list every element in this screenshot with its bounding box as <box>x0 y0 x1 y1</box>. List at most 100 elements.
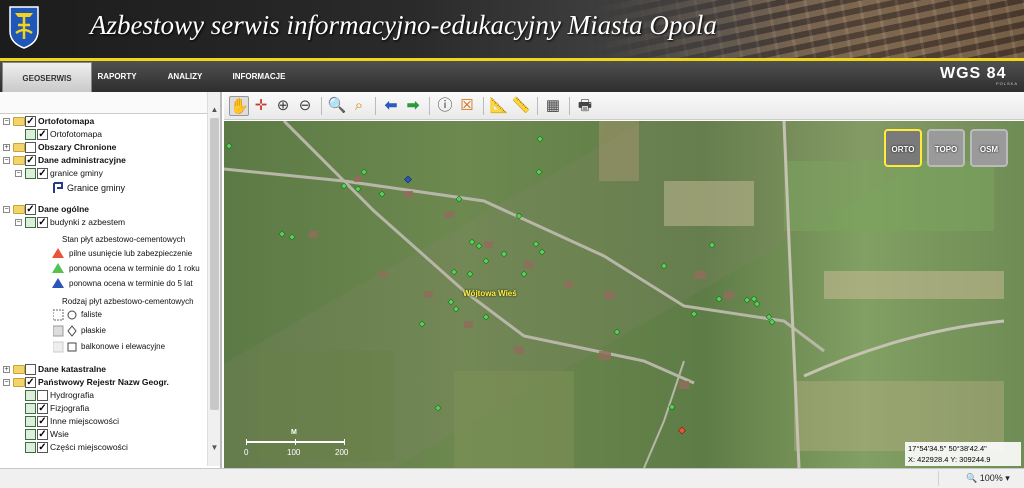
scale-tick <box>246 439 247 445</box>
layer-checkbox[interactable]: ✓ <box>25 377 36 388</box>
tree-row-dane-ogolne: − ✓ Dane ogólne <box>0 203 207 216</box>
toolbar-separator <box>375 97 376 115</box>
coat-of-arms-logo <box>9 6 39 49</box>
tree-row-inne: ✓ Inne miejscowości <box>0 415 207 428</box>
table-icon[interactable]: ▦ <box>543 96 563 116</box>
layer-icon <box>25 442 36 453</box>
legend-item: faliste <box>81 310 102 319</box>
collapse-icon[interactable]: − <box>3 206 10 213</box>
toolbar-separator <box>429 97 430 115</box>
scroll-down-icon[interactable]: ▼ <box>209 442 220 454</box>
folder-icon <box>13 205 25 214</box>
brand-subtitle: POLSKA <box>995 81 1018 86</box>
tree-row-czesci: ✓ Części miejscowości <box>0 441 207 454</box>
measure-icon[interactable]: 📐 <box>489 96 509 116</box>
collapse-icon[interactable]: − <box>3 157 10 164</box>
layer-label: budynki z azbestem <box>50 217 126 227</box>
tab-analizy[interactable]: ANALIZY <box>160 61 210 92</box>
layer-label: Obszary Chronione <box>38 142 117 152</box>
collapse-icon[interactable]: − <box>15 170 22 177</box>
legend-item: płaskie <box>81 326 106 335</box>
clear-icon[interactable]: ☒ <box>457 96 477 116</box>
layer-checkbox[interactable]: ✓ <box>37 429 48 440</box>
zoom-in-icon[interactable]: ⊕ <box>273 96 293 116</box>
layer-checkbox[interactable]: ✓ <box>25 204 36 215</box>
full-extent-icon[interactable]: ✛ <box>251 96 271 116</box>
layer-checkbox[interactable]: ✓ <box>37 403 48 414</box>
layer-checkbox[interactable]: ✓ <box>25 155 36 166</box>
map-view[interactable]: ORTO TOPO OSM Wójtowa Wieś M 0 100 200 1… <box>224 121 1024 468</box>
measure-area-icon[interactable]: 📏 <box>511 96 531 116</box>
layer-checkbox[interactable]: ✓ <box>37 416 48 427</box>
tree-row-dane-administracyjne: − ✓ Dane administracyjne <box>0 154 207 167</box>
triangle-blue-icon <box>52 278 64 288</box>
zoom-region-icon[interactable]: 🔍 <box>327 96 347 116</box>
layer-checkbox[interactable]: ✓ <box>37 442 48 453</box>
coordinates-xy: X: 422928.4 Y: 309244.9 <box>908 455 991 464</box>
zoom-out-icon[interactable]: ⊖ <box>295 96 315 116</box>
collapse-icon[interactable]: − <box>3 118 10 125</box>
legend-item: ponowna ocena w terminie do 1 roku <box>69 264 200 273</box>
folder-icon <box>13 365 25 374</box>
zoom-window-icon[interactable]: ⌕ <box>349 96 369 116</box>
toolbar-separator <box>321 97 322 115</box>
basemap-osm-button[interactable]: OSM <box>970 129 1008 167</box>
scroll-up-icon[interactable]: ▲ <box>209 104 220 116</box>
layer-label: Dane administracyjne <box>38 155 126 165</box>
expand-icon[interactable]: + <box>3 366 10 373</box>
legend-title-stan: Stan płyt azbestowo-cementowych <box>62 235 186 244</box>
tab-raporty[interactable]: RAPORTY <box>92 61 142 92</box>
map-place-label: Wójtowa Wieś <box>463 289 517 298</box>
toolbar-separator <box>483 97 484 115</box>
layer-checkbox[interactable]: ✓ <box>37 168 48 179</box>
toolbar-separator <box>569 97 570 115</box>
back-icon[interactable]: ⬅ <box>381 96 401 116</box>
scale-unit: M <box>291 429 297 436</box>
tree-row-hydrografia: Hydrografia <box>0 389 207 402</box>
layer-label: Państwowy Rejestr Nazw Geogr. <box>38 377 169 387</box>
tree-row-granice: − ✓ granice gminy <box>0 167 207 180</box>
layer-label: Wsie <box>50 429 69 439</box>
info-icon[interactable]: ⓘ <box>435 96 455 116</box>
layer-checkbox[interactable] <box>25 364 36 375</box>
toolbar-separator <box>537 97 538 115</box>
layer-panel-scrollbar[interactable]: ▲ ▼ <box>207 92 220 466</box>
tree-row-ortofotomapa-child: ✓ Ortofotomapa <box>0 128 207 141</box>
print-icon[interactable]: 🖶 <box>575 96 595 116</box>
legend-granice: Granice gminy <box>0 180 207 196</box>
legend-label: Granice gminy <box>67 183 126 193</box>
tab-geoserwis[interactable]: GEOSERWIS <box>2 62 92 92</box>
zoom-level[interactable]: 🔍 100% ▾ <box>966 471 1022 486</box>
layer-checkbox[interactable]: ✓ <box>37 129 48 140</box>
triangle-green-icon <box>52 263 64 273</box>
layer-tree: − ✓ Ortofotomapa ✓ Ortofotomapa + Obszar… <box>0 115 207 465</box>
scale-tick <box>344 439 345 445</box>
scroll-thumb[interactable] <box>210 118 219 410</box>
tab-informacje[interactable]: INFORMACJE <box>228 61 290 92</box>
pan-icon[interactable]: ✋ <box>229 96 249 116</box>
forward-icon[interactable]: ➡ <box>403 96 423 116</box>
boundary-symbol-icon <box>53 182 63 193</box>
tree-row-prng: − ✓ Państwowy Rejestr Nazw Geogr. <box>0 376 207 389</box>
layer-checkbox[interactable] <box>37 390 48 401</box>
tree-row-fizjografia: ✓ Fizjografia <box>0 402 207 415</box>
layer-checkbox[interactable]: ✓ <box>37 217 48 228</box>
page-title: Azbestowy serwis informacyjno-edukacyjny… <box>90 10 717 40</box>
layer-icon <box>25 429 36 440</box>
layer-checkbox[interactable]: ✓ <box>25 116 36 127</box>
zoom-value: 100% <box>979 473 1003 483</box>
basemap-orto-button[interactable]: ORTO <box>884 129 922 167</box>
layer-label: Fizjografia <box>50 403 90 413</box>
tree-row-ortofotomapa: − ✓ Ortofotomapa <box>0 115 207 128</box>
layer-checkbox[interactable] <box>25 142 36 153</box>
scale-label: 0 <box>244 448 249 457</box>
legend-item: ponowna ocena w terminie do 5 lat <box>69 279 193 288</box>
legend-item: pilne usunięcie lub zabezpieczenie <box>69 249 193 258</box>
layer-label: Inne miejscowości <box>50 416 119 426</box>
expand-icon[interactable]: + <box>3 144 10 151</box>
collapse-icon[interactable]: − <box>3 379 10 386</box>
basemap-topo-button[interactable]: TOPO <box>927 129 965 167</box>
folder-icon <box>13 143 25 152</box>
collapse-icon[interactable]: − <box>15 219 22 226</box>
layer-icon <box>25 217 36 228</box>
